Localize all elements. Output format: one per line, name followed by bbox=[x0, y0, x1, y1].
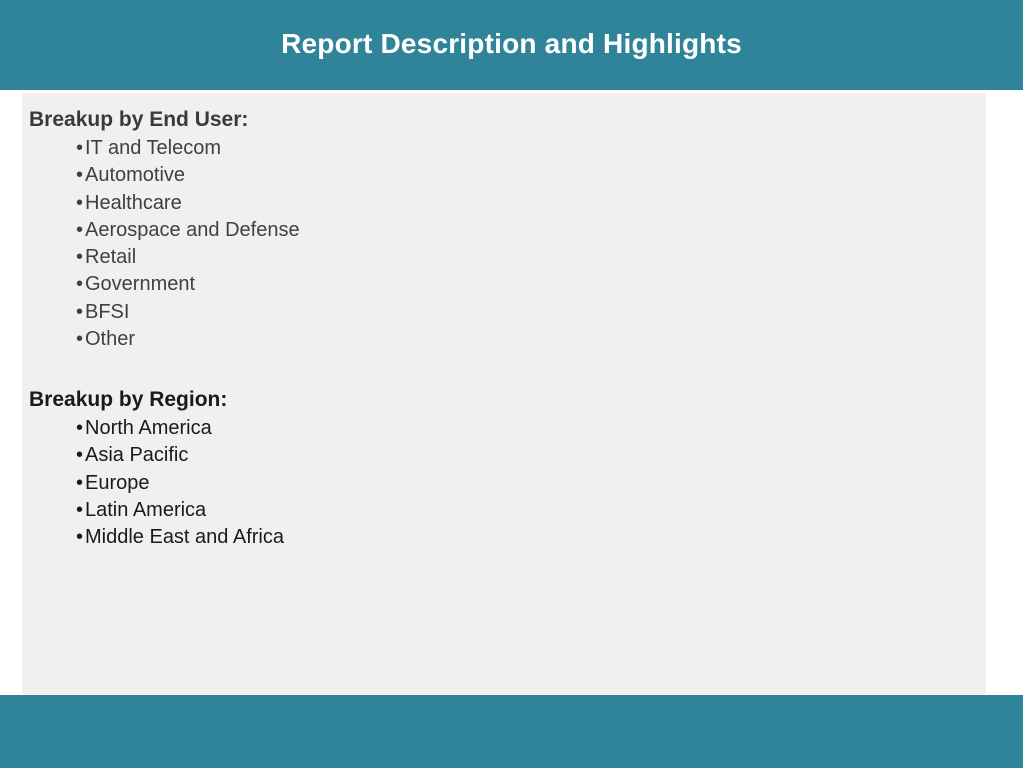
bullet-icon: • bbox=[76, 328, 84, 351]
bullet-icon: • bbox=[76, 417, 84, 439]
list-item-label: Other bbox=[85, 328, 136, 351]
footer-banner bbox=[0, 695, 1023, 768]
list-item-label: Retail bbox=[85, 246, 137, 269]
list-item: •BFSI bbox=[76, 299, 300, 326]
list-item: •Asia Pacific bbox=[76, 442, 284, 469]
list-item: •Europe bbox=[76, 470, 284, 497]
list-item-label: Aerospace and Defense bbox=[85, 218, 300, 241]
end-user-list: •IT and Telecom •Automotive •Healthcare … bbox=[76, 135, 300, 353]
page-title: Report Description and Highlights bbox=[281, 28, 742, 59]
bullet-icon: • bbox=[76, 444, 84, 467]
header-banner: Report Description and Highlights bbox=[0, 0, 1023, 90]
list-item: •IT and Telecom bbox=[76, 135, 300, 162]
list-item-label: IT and Telecom bbox=[85, 137, 222, 159]
list-item-label: Automotive bbox=[85, 164, 186, 187]
list-item-label: North America bbox=[85, 417, 212, 439]
bullet-icon: • bbox=[76, 498, 84, 521]
list-item-label: Asia Pacific bbox=[85, 444, 189, 467]
end-user-heading: Breakup by End User: bbox=[29, 108, 249, 131]
region-heading: Breakup by Region: bbox=[29, 388, 228, 411]
list-item: •Government bbox=[76, 271, 300, 298]
list-item-label: Middle East and Africa bbox=[85, 526, 284, 549]
region-list: •North America •Asia Pacific •Europe •La… bbox=[76, 415, 284, 551]
list-item: •Retail bbox=[76, 244, 300, 271]
list-item: •Aerospace and Defense bbox=[76, 217, 300, 244]
list-item: •North America bbox=[76, 415, 284, 442]
bullet-icon: • bbox=[76, 471, 84, 494]
list-item-label: Latin America bbox=[85, 498, 207, 521]
content-panel: Breakup by End User: •IT and Telecom •Au… bbox=[22, 93, 986, 694]
bullet-icon: • bbox=[76, 191, 84, 214]
bullet-icon: • bbox=[76, 164, 84, 187]
list-item-label: BFSI bbox=[85, 300, 130, 323]
list-item: •Latin America bbox=[76, 497, 284, 524]
bullet-icon: • bbox=[76, 526, 84, 549]
bullet-icon: • bbox=[76, 300, 84, 323]
list-item: •Automotive bbox=[76, 162, 300, 189]
list-item: •Other bbox=[76, 326, 300, 353]
bullet-icon: • bbox=[76, 137, 84, 159]
list-item-label: Healthcare bbox=[85, 191, 182, 214]
bullet-icon: • bbox=[76, 246, 84, 269]
list-item-label: Europe bbox=[85, 471, 150, 494]
bullet-icon: • bbox=[76, 218, 84, 241]
list-item-label: Government bbox=[85, 273, 196, 296]
bullet-icon: • bbox=[76, 273, 84, 296]
list-item: •Middle East and Africa bbox=[76, 524, 284, 551]
list-item: •Healthcare bbox=[76, 190, 300, 217]
